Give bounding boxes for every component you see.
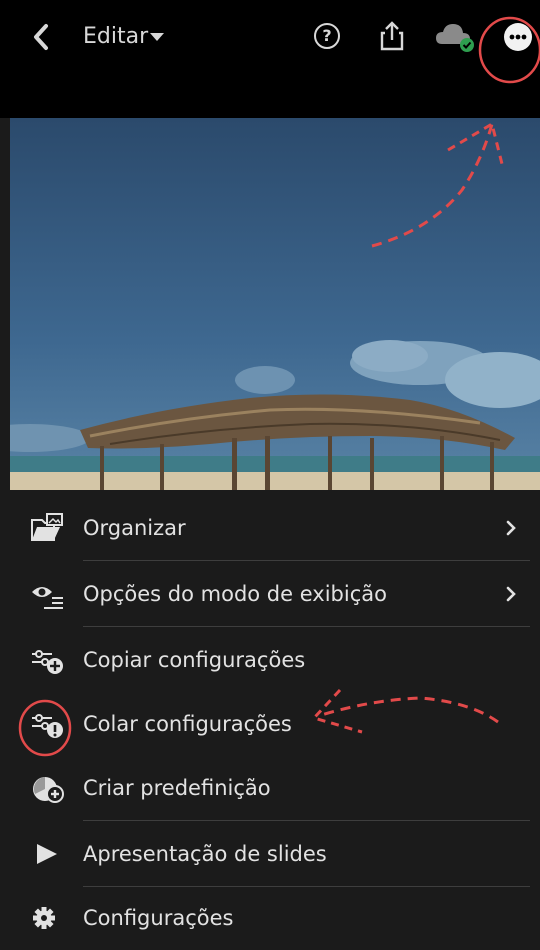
menu-item-view-options[interactable]: Opções do modo de exibição bbox=[0, 562, 540, 626]
view-options-icon bbox=[32, 587, 63, 609]
menu-item-label: Colar configurações bbox=[83, 712, 292, 736]
menu-item-copy-settings[interactable]: Copiar configurações bbox=[0, 628, 540, 692]
menu-divider bbox=[83, 820, 530, 821]
photo-preview bbox=[10, 118, 540, 490]
menu-item-settings[interactable]: Configurações bbox=[0, 886, 540, 950]
gear-icon bbox=[33, 907, 55, 929]
play-icon bbox=[37, 844, 57, 864]
top-toolbar: Editar ? bbox=[0, 0, 540, 118]
edit-mode-title[interactable]: Editar bbox=[83, 22, 148, 52]
more-options-icon[interactable] bbox=[503, 22, 533, 52]
chevron-right-icon bbox=[506, 520, 516, 536]
chevron-right-icon bbox=[506, 586, 516, 602]
menu-item-label: Criar predefinição bbox=[83, 776, 271, 800]
back-icon[interactable] bbox=[30, 22, 52, 52]
menu-divider bbox=[83, 626, 530, 627]
share-icon[interactable] bbox=[376, 20, 408, 52]
create-preset-icon bbox=[33, 777, 64, 803]
help-icon[interactable]: ? bbox=[314, 23, 340, 49]
caret-down-icon[interactable] bbox=[150, 33, 164, 41]
menu-item-slideshow[interactable]: Apresentação de slides bbox=[0, 822, 540, 886]
overflow-menu: Organizar Opções do modo de exibição Cop… bbox=[0, 490, 540, 938]
menu-item-create-preset[interactable]: Criar predefinição bbox=[0, 756, 540, 820]
menu-item-organize[interactable]: Organizar bbox=[0, 496, 540, 560]
menu-item-label: Configurações bbox=[83, 906, 234, 930]
paste-settings-icon bbox=[32, 714, 63, 738]
organize-folder-icon bbox=[31, 513, 63, 541]
menu-item-label: Organizar bbox=[83, 516, 186, 540]
menu-item-label: Opções do modo de exibição bbox=[83, 582, 387, 606]
copy-settings-icon bbox=[32, 650, 63, 674]
menu-item-paste-settings[interactable]: Colar configurações bbox=[0, 692, 540, 756]
cloud-synced-icon[interactable] bbox=[434, 20, 478, 54]
menu-item-label: Copiar configurações bbox=[83, 648, 306, 672]
menu-item-label: Apresentação de slides bbox=[83, 842, 327, 866]
menu-divider bbox=[83, 560, 530, 561]
